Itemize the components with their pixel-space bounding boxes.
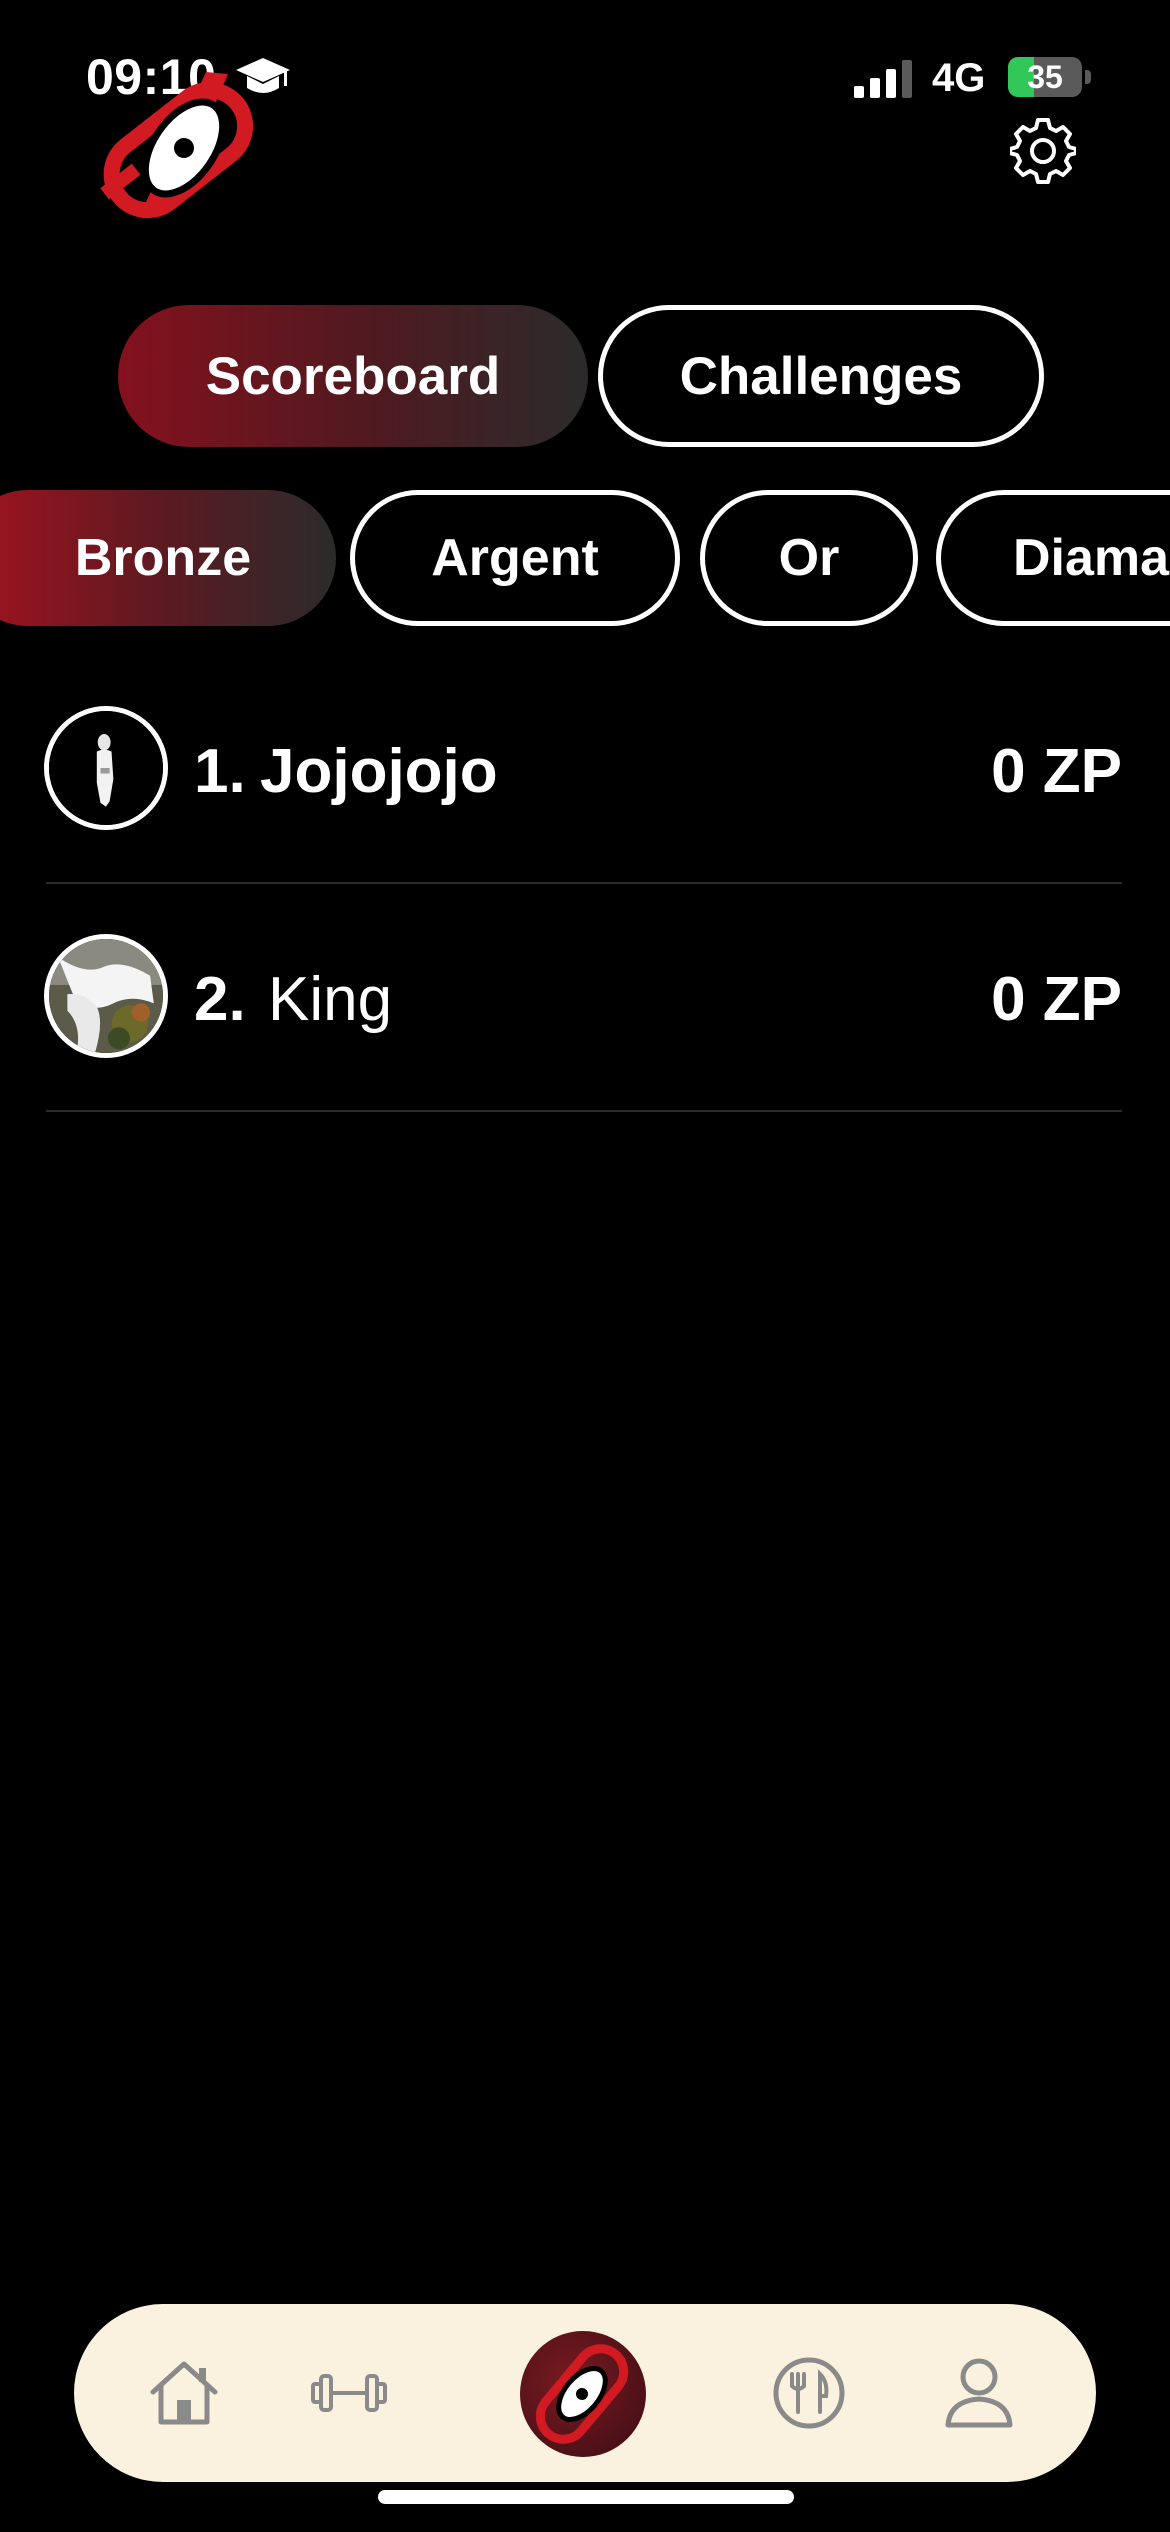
league-chip-diamant[interactable]: Diama — [936, 490, 1170, 626]
tab-challenges-label: Challenges — [679, 346, 963, 406]
bottom-tab-bar — [74, 2304, 1096, 2482]
signal-icon — [854, 60, 912, 98]
league-chip-label: Or — [778, 529, 840, 587]
league-chip-label: Diama — [1013, 529, 1170, 587]
avatar — [44, 934, 168, 1058]
tab-home[interactable] — [114, 2304, 254, 2482]
battery-percent: 35 — [1027, 59, 1063, 95]
league-chip-argent[interactable]: Argent — [350, 490, 680, 626]
player-score: 0 ZP — [991, 737, 1122, 806]
home-indicator[interactable] — [378, 2490, 794, 2504]
player-name: Jojojojo — [260, 737, 498, 806]
settings-gear-icon[interactable] — [1010, 118, 1076, 184]
profile-icon — [945, 2358, 1013, 2428]
app-logo-icon — [100, 72, 254, 219]
scoreboard-row[interactable]: 1. Jojojojo 0 ZP — [44, 706, 1122, 834]
player-score: 0 ZP — [991, 965, 1122, 1034]
row-divider — [46, 882, 1122, 884]
app-logo-icon — [535, 2344, 629, 2444]
row-divider — [46, 1110, 1122, 1112]
player-name: King — [268, 965, 393, 1034]
scoreboard-row[interactable]: 2. King 0 ZP — [44, 934, 1122, 1062]
network-type: 4G — [932, 56, 986, 100]
fork-knife-icon — [773, 2357, 845, 2429]
tab-profile[interactable] — [904, 2304, 1054, 2482]
league-chip-label: Bronze — [74, 529, 252, 587]
league-chip-bronze[interactable]: Bronze — [0, 490, 336, 626]
league-chip-label: Argent — [431, 529, 599, 587]
avatar — [44, 706, 168, 830]
tab-center-logo[interactable] — [520, 2331, 646, 2457]
tab-scoreboard-label: Scoreboard — [205, 346, 501, 406]
tab-nutrition[interactable] — [734, 2304, 884, 2482]
battery-icon: 35 — [1008, 57, 1091, 97]
tab-challenges[interactable]: Challenges — [598, 305, 1044, 447]
rank-number: 1. — [194, 737, 246, 806]
tab-scoreboard[interactable]: Scoreboard — [118, 305, 588, 447]
tab-workout[interactable] — [274, 2304, 424, 2482]
home-icon — [150, 2361, 218, 2425]
rank-number: 2. — [194, 965, 246, 1034]
dumbbell-icon — [311, 2374, 387, 2412]
league-chip-or[interactable]: Or — [700, 490, 918, 626]
